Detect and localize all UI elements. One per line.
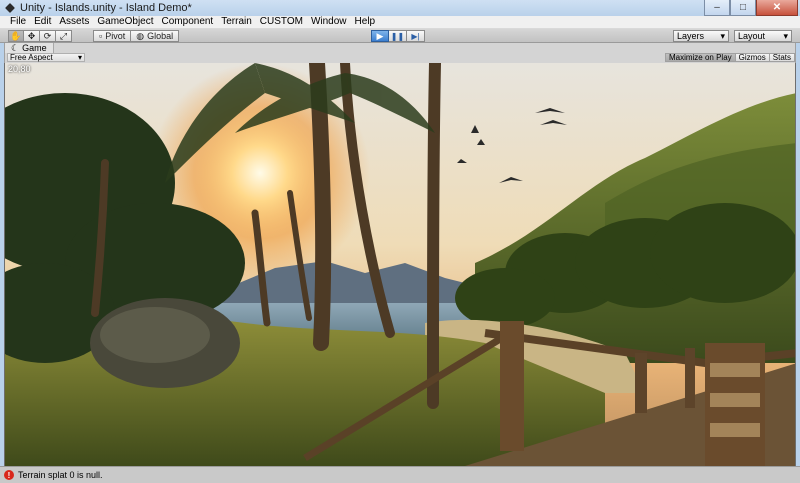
layers-dropdown[interactable]: Layers ▾ bbox=[673, 30, 729, 42]
pivot-label: Pivot bbox=[105, 31, 126, 41]
close-button[interactable]: ✕ bbox=[756, 0, 798, 16]
status-message: Terrain splat 0 is null. bbox=[18, 470, 103, 480]
main-toolbar: ✋ ✥ ⟳ ⤢ ▫ Pivot ◍ Global ▶ ❚❚ ▶| Layers … bbox=[0, 29, 800, 43]
game-tab-icon: ☾ bbox=[11, 42, 20, 53]
game-tab-label: Game bbox=[22, 43, 47, 53]
step-button[interactable]: ▶| bbox=[407, 30, 425, 42]
layout-label: Layout bbox=[738, 31, 766, 41]
fps-readout: 20,80 bbox=[8, 64, 31, 74]
menu-component[interactable]: Component bbox=[158, 16, 218, 28]
pause-icon: ❚❚ bbox=[390, 31, 405, 41]
maximize-on-play-toggle[interactable]: Maximize on Play bbox=[664, 53, 736, 62]
rotate-icon: ⟳ bbox=[43, 30, 52, 41]
hand-tool-button[interactable]: ✋ bbox=[8, 30, 24, 42]
rotate-tool-button[interactable]: ⟳ bbox=[40, 30, 56, 42]
global-label: Global bbox=[147, 31, 174, 41]
minimize-button[interactable]: – bbox=[704, 0, 730, 16]
menu-window[interactable]: Window bbox=[307, 16, 351, 28]
transform-tools: ✋ ✥ ⟳ ⤢ bbox=[8, 30, 72, 42]
move-tool-button[interactable]: ✥ bbox=[24, 30, 40, 42]
game-view-options: Maximize on Play Gizmos Stats bbox=[664, 53, 795, 62]
menu-custom[interactable]: CUSTOM bbox=[256, 16, 307, 28]
step-icon: ▶| bbox=[411, 31, 420, 41]
play-button[interactable]: ▶ bbox=[371, 30, 389, 42]
tab-game[interactable]: ☾ Game bbox=[5, 43, 54, 53]
chevron-down-icon: ▾ bbox=[77, 53, 82, 62]
game-scene bbox=[5, 63, 795, 466]
pivot-toggle[interactable]: ▫ Pivot bbox=[93, 30, 132, 42]
menu-gameobject[interactable]: GameObject bbox=[93, 16, 157, 28]
globe-icon: ◍ bbox=[136, 30, 145, 41]
play-icon: ▶ bbox=[376, 30, 384, 41]
menu-file[interactable]: File bbox=[6, 16, 30, 28]
layers-label: Layers bbox=[677, 31, 705, 41]
unity-logo-icon bbox=[4, 2, 16, 14]
aspect-label: Free Aspect bbox=[10, 53, 53, 62]
global-toggle[interactable]: ◍ Global bbox=[131, 30, 180, 42]
scale-tool-button[interactable]: ⤢ bbox=[56, 30, 72, 42]
menu-bar: File Edit Assets GameObject Component Te… bbox=[0, 16, 800, 29]
hand-icon: ✋ bbox=[10, 30, 22, 41]
pivot-icon: ▫ bbox=[99, 31, 103, 41]
layout-dropdown[interactable]: Layout ▾ bbox=[734, 30, 792, 42]
menu-help[interactable]: Help bbox=[351, 16, 380, 28]
playback-controls: ▶ ❚❚ ▶| bbox=[371, 30, 425, 42]
chevron-down-icon: ▾ bbox=[783, 30, 788, 41]
gizmos-toggle[interactable]: Gizmos bbox=[735, 53, 770, 62]
menu-terrain[interactable]: Terrain bbox=[217, 16, 256, 28]
move-icon: ✥ bbox=[27, 30, 36, 41]
chevron-down-icon: ▾ bbox=[720, 30, 725, 41]
pivot-global-group: ▫ Pivot ◍ Global bbox=[93, 30, 180, 42]
stats-toggle[interactable]: Stats bbox=[769, 53, 795, 62]
scale-icon: ⤢ bbox=[59, 30, 68, 41]
window-title: Unity - Islands.unity - Island Demo* bbox=[20, 2, 192, 14]
window-title-bar: Unity - Islands.unity - Island Demo* – □… bbox=[0, 0, 800, 16]
pause-button[interactable]: ❚❚ bbox=[389, 30, 407, 42]
error-icon: ! bbox=[4, 470, 14, 480]
game-view-header: ☾ Game Free Aspect ▾ Maximize on Play Gi… bbox=[4, 43, 796, 63]
window-controls: – □ ✕ bbox=[704, 0, 798, 16]
menu-edit[interactable]: Edit bbox=[30, 16, 55, 28]
game-viewport[interactable]: 20,80 bbox=[4, 63, 796, 466]
status-bar[interactable]: ! Terrain splat 0 is null. bbox=[0, 466, 800, 483]
menu-assets[interactable]: Assets bbox=[55, 16, 93, 28]
aspect-dropdown[interactable]: Free Aspect ▾ bbox=[7, 53, 85, 62]
maximize-button[interactable]: □ bbox=[730, 0, 756, 16]
